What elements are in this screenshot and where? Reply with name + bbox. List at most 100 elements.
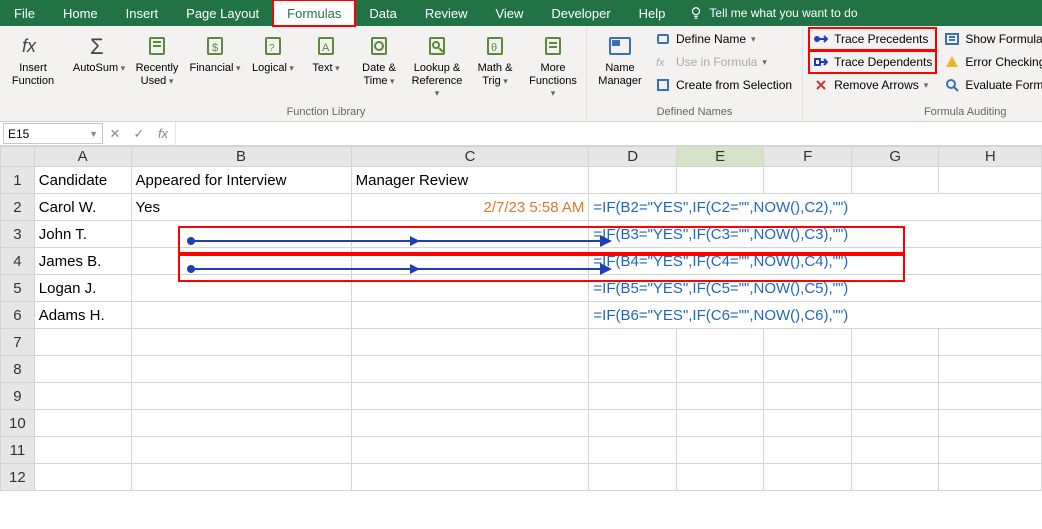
formula-input[interactable] (175, 122, 1042, 145)
create-from-selection-button[interactable]: Create from Selection (651, 74, 796, 96)
cell[interactable] (131, 410, 351, 437)
cell[interactable] (34, 410, 131, 437)
cell[interactable] (676, 383, 764, 410)
remove-arrows-button[interactable]: Remove Arrows (809, 74, 936, 96)
cell[interactable]: John T. (34, 221, 131, 248)
tab-page-layout[interactable]: Page Layout (172, 0, 273, 26)
cell[interactable] (351, 464, 589, 491)
cell[interactable] (34, 437, 131, 464)
cell[interactable] (676, 464, 764, 491)
lookup-button[interactable]: Lookup &Reference (410, 28, 464, 100)
cell[interactable] (131, 356, 351, 383)
insert-function-button[interactable]: fx InsertFunction (6, 28, 60, 87)
cell[interactable] (131, 302, 351, 329)
tab-developer[interactable]: Developer (537, 0, 624, 26)
tab-home[interactable]: Home (49, 0, 112, 26)
cell[interactable] (351, 437, 589, 464)
error-checking-button[interactable]: Error Checking (940, 51, 1042, 73)
evaluate-formula-button[interactable]: Evaluate Formula (940, 74, 1042, 96)
cell[interactable] (589, 356, 677, 383)
cell[interactable] (764, 464, 852, 491)
cell[interactable] (939, 410, 1042, 437)
financial-button[interactable]: $Financial (188, 28, 242, 75)
col-header-h[interactable]: H (939, 147, 1042, 167)
cell[interactable] (351, 302, 589, 329)
cell[interactable] (851, 437, 939, 464)
cell[interactable] (939, 167, 1042, 194)
name-manager-button[interactable]: NameManager (593, 28, 647, 87)
cell[interactable] (589, 383, 677, 410)
cell[interactable] (351, 410, 589, 437)
autosum-button[interactable]: ΣAutoSum (72, 28, 126, 75)
cell[interactable] (131, 383, 351, 410)
cell[interactable]: Candidate (34, 167, 131, 194)
cell[interactable] (939, 437, 1042, 464)
cell[interactable] (676, 167, 764, 194)
cell[interactable] (351, 221, 589, 248)
fx-button[interactable]: fx (151, 122, 175, 145)
cell[interactable] (939, 464, 1042, 491)
cell-formula[interactable]: =IF(B2="YES",IF(C2="",NOW(),C2),"") (589, 194, 1042, 221)
cell[interactable] (34, 464, 131, 491)
cell-formula[interactable]: =IF(B3="YES",IF(C3="",NOW(),C3),"") (589, 221, 1042, 248)
cell[interactable] (851, 329, 939, 356)
cell[interactable] (851, 356, 939, 383)
cell[interactable] (131, 248, 351, 275)
cell[interactable]: Carol W. (34, 194, 131, 221)
cell[interactable] (939, 356, 1042, 383)
select-all-corner[interactable] (1, 147, 35, 167)
tab-file[interactable]: File (0, 0, 49, 26)
cell[interactable]: Logan J. (34, 275, 131, 302)
cell[interactable] (351, 275, 589, 302)
cell[interactable] (851, 464, 939, 491)
spreadsheet-grid[interactable]: A B C D E F G H 1 Candidate Appeared for… (0, 146, 1042, 491)
tab-data[interactable]: Data (355, 0, 410, 26)
name-box[interactable]: E15▼ (3, 123, 103, 144)
row-header[interactable]: 4 (1, 248, 35, 275)
row-header[interactable]: 5 (1, 275, 35, 302)
tab-help[interactable]: Help (625, 0, 680, 26)
tab-insert[interactable]: Insert (112, 0, 173, 26)
cell[interactable] (34, 329, 131, 356)
cell[interactable] (131, 329, 351, 356)
row-header[interactable]: 11 (1, 437, 35, 464)
trace-precedents-button[interactable]: Trace Precedents (809, 28, 936, 50)
cell-formula[interactable]: =IF(B6="YES",IF(C6="",NOW(),C6),"") (589, 302, 1042, 329)
cell[interactable] (939, 383, 1042, 410)
cell[interactable] (351, 356, 589, 383)
tab-view[interactable]: View (481, 0, 537, 26)
define-name-button[interactable]: Define Name (651, 28, 796, 50)
cell[interactable] (851, 410, 939, 437)
recently-used-button[interactable]: RecentlyUsed (130, 28, 184, 87)
tab-review[interactable]: Review (411, 0, 482, 26)
cell[interactable] (34, 383, 131, 410)
cell[interactable]: Manager Review (351, 167, 589, 194)
cell[interactable] (131, 437, 351, 464)
cell[interactable] (351, 383, 589, 410)
cell[interactable] (589, 329, 677, 356)
more-functions-button[interactable]: MoreFunctions (526, 28, 580, 100)
cell[interactable] (676, 356, 764, 383)
logical-button[interactable]: ?Logical (246, 28, 300, 75)
col-header-a[interactable]: A (34, 147, 131, 167)
cell[interactable] (676, 410, 764, 437)
row-header[interactable]: 9 (1, 383, 35, 410)
col-header-c[interactable]: C (351, 147, 589, 167)
row-header[interactable]: 6 (1, 302, 35, 329)
col-header-g[interactable]: G (851, 147, 939, 167)
cell[interactable]: Yes (131, 194, 351, 221)
cell[interactable] (676, 329, 764, 356)
cell[interactable] (939, 329, 1042, 356)
date-time-button[interactable]: Date &Time (352, 28, 406, 87)
enter-formula-button[interactable]: ✓ (127, 122, 151, 145)
show-formulas-button[interactable]: Show Formulas (940, 28, 1042, 50)
col-header-f[interactable]: F (764, 147, 852, 167)
cell[interactable] (589, 437, 677, 464)
cell[interactable]: James B. (34, 248, 131, 275)
row-header[interactable]: 12 (1, 464, 35, 491)
cell[interactable] (589, 410, 677, 437)
tell-me[interactable]: Tell me what you want to do (679, 0, 867, 26)
row-header[interactable]: 7 (1, 329, 35, 356)
cell[interactable] (131, 275, 351, 302)
cell[interactable] (764, 356, 852, 383)
